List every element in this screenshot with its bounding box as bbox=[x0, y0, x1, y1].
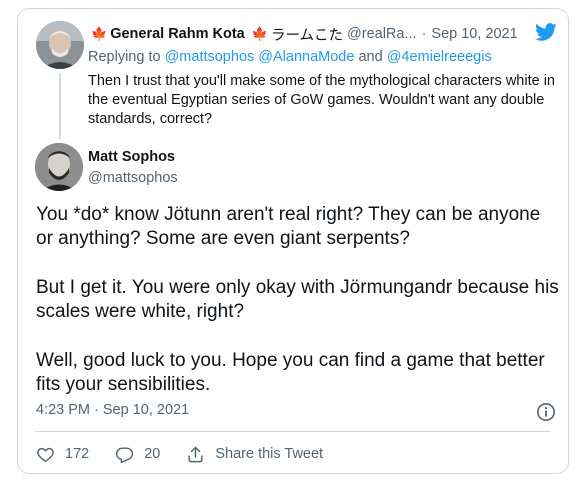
reply-button[interactable]: 20 bbox=[115, 445, 160, 464]
reply-count: 20 bbox=[144, 446, 161, 462]
reply-icon bbox=[116, 446, 134, 463]
main-tweet-text: You *do* know Jötunn aren't real right? … bbox=[36, 203, 561, 422]
parent-name-suffix[interactable]: ラームこた bbox=[271, 24, 343, 45]
tweet-paragraph: You *do* know Jötunn aren't real right? … bbox=[36, 204, 541, 249]
tweet-paragraph: Well, good luck to you. Hope you can fin… bbox=[36, 350, 545, 395]
parent-tweet[interactable]: 🍁 General Rahm Kota 🍁 ラームこた @realRa... ·… bbox=[18, 9, 568, 139]
share-label: Share this Tweet bbox=[215, 446, 324, 462]
replying-to-line: Replying to @mattsophos @AlannaMode and … bbox=[88, 49, 492, 65]
maple-leaf-icon: 🍁 bbox=[251, 26, 268, 41]
thread-connector-line bbox=[59, 73, 61, 139]
header-separator: · bbox=[421, 26, 427, 42]
parent-date[interactable]: Sep 10, 2021 bbox=[431, 26, 517, 42]
main-display-name[interactable]: Matt Sophos bbox=[88, 149, 175, 165]
replying-prefix: Replying to bbox=[88, 49, 161, 65]
tweet-actions: 172 20 Share this Tweet bbox=[36, 443, 349, 465]
parent-display-name[interactable]: General Rahm Kota bbox=[110, 26, 245, 42]
parent-avatar[interactable] bbox=[36, 21, 84, 69]
parent-tweet-text: Then I trust that you'll make some of th… bbox=[88, 73, 555, 127]
share-icon bbox=[188, 446, 203, 462]
share-button[interactable]: Share this Tweet bbox=[186, 445, 323, 464]
parent-handle[interactable]: @realRa... bbox=[347, 26, 417, 42]
replying-mentions[interactable]: @mattsophos @AlannaMode bbox=[165, 49, 355, 65]
tweet-paragraph: But I get it. You were only okay with Jö… bbox=[36, 277, 559, 322]
parent-tweet-header: 🍁 General Rahm Kota 🍁 ラームこた @realRa... ·… bbox=[88, 24, 558, 44]
replying-and: and bbox=[358, 49, 383, 65]
tweet-embed-card[interactable]: 🍁 General Rahm Kota 🍁 ラームこた @realRa... ·… bbox=[17, 8, 569, 474]
like-button[interactable]: 172 bbox=[36, 445, 89, 464]
tweet-timestamp[interactable]: 4:23 PM · Sep 10, 2021 bbox=[36, 402, 189, 418]
info-icon[interactable] bbox=[536, 402, 556, 422]
main-handle[interactable]: @mattsophos bbox=[88, 170, 178, 186]
main-avatar[interactable] bbox=[35, 143, 83, 191]
twitter-bird-icon[interactable] bbox=[534, 21, 558, 43]
divider bbox=[35, 431, 551, 432]
like-count: 172 bbox=[65, 446, 90, 462]
heart-icon bbox=[37, 447, 54, 462]
replying-mention-last[interactable]: @4emielreeegis bbox=[387, 49, 492, 65]
maple-leaf-icon: 🍁 bbox=[91, 26, 108, 41]
